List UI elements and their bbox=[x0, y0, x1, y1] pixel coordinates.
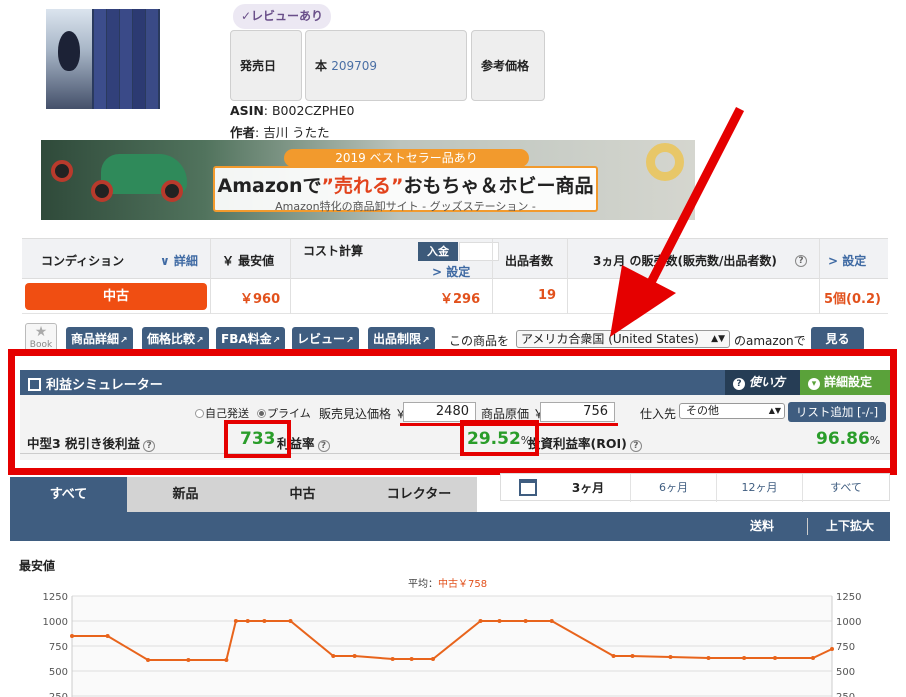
data-point bbox=[409, 657, 414, 661]
data-point bbox=[497, 619, 502, 623]
data-point bbox=[245, 619, 250, 623]
price-chart: 1250 1250 1000 1000 750 750 500 500 250 250 bbox=[43, 592, 861, 697]
y-tick-right: 750 bbox=[836, 642, 855, 653]
sales-help-icon[interactable]: ? bbox=[795, 255, 807, 267]
y-tick-left: 500 bbox=[49, 667, 68, 678]
data-point bbox=[352, 654, 357, 658]
data-point bbox=[668, 655, 673, 659]
y-tick-left: 1000 bbox=[43, 617, 68, 628]
sales-count: 5個(0.2) bbox=[824, 292, 881, 307]
data-point bbox=[773, 656, 777, 660]
data-point bbox=[630, 654, 635, 658]
tab-all[interactable]: すべて bbox=[10, 477, 127, 512]
data-point bbox=[611, 654, 616, 658]
data-point bbox=[288, 619, 293, 623]
product-detail-button[interactable]: 商品詳細 bbox=[66, 327, 133, 351]
banner-ribbon: 2019 ベストセラー品あり bbox=[284, 149, 529, 167]
annotation-box-simulator bbox=[8, 349, 897, 475]
reference-price-box: 参考価格 bbox=[471, 30, 545, 101]
review-badge[interactable]: ✓レビューあり bbox=[233, 4, 332, 29]
data-point bbox=[830, 647, 834, 651]
data-point bbox=[262, 619, 267, 623]
view-button[interactable]: 見る bbox=[811, 327, 864, 351]
col-sellers: 出品者数 bbox=[505, 254, 554, 268]
data-point bbox=[478, 619, 483, 623]
nyukin-label: 入金 bbox=[418, 242, 458, 261]
sales-settings-link[interactable]: > 設定 bbox=[828, 252, 866, 269]
book-rank-link[interactable]: 209709 bbox=[331, 59, 377, 73]
data-point bbox=[70, 634, 74, 638]
data-point bbox=[742, 656, 747, 660]
listing-restriction-button[interactable]: 出品制限 bbox=[368, 327, 435, 351]
data-point bbox=[523, 619, 528, 623]
author-line: 作者: 吉川 うたた bbox=[230, 125, 330, 140]
tab-new[interactable]: 新品 bbox=[127, 477, 244, 512]
y-tick-left: 750 bbox=[49, 642, 68, 653]
annotation-box-profit bbox=[224, 420, 291, 458]
y-tick-right: 500 bbox=[836, 667, 855, 678]
data-point bbox=[233, 619, 238, 623]
cost-value: ￥296 bbox=[440, 292, 481, 307]
y-tick-left: 1250 bbox=[43, 592, 68, 603]
data-point bbox=[146, 658, 150, 662]
period-all[interactable]: すべて bbox=[802, 474, 889, 502]
data-point bbox=[390, 657, 395, 661]
data-point bbox=[224, 658, 229, 662]
data-point bbox=[331, 654, 336, 658]
condition-table: コンディション ∨ 詳細 ￥ 最安値 コスト計算 入金 > 設定 出品者数 3ヵ… bbox=[22, 238, 888, 314]
product-cover-image[interactable] bbox=[46, 9, 160, 109]
cost-settings-link[interactable]: > 設定 bbox=[432, 263, 470, 280]
banner-title: Amazonで”売れる”おもちゃ＆ホビー商品 Amazon特化の商品卸サイト -… bbox=[213, 166, 598, 213]
fba-fee-button[interactable]: FBA料金 bbox=[216, 327, 286, 351]
book-rank-box: 本 209709 bbox=[305, 30, 467, 101]
seller-count: 19 bbox=[538, 288, 557, 303]
data-point bbox=[105, 634, 110, 638]
data-point bbox=[706, 656, 711, 660]
col-lowest: ￥ 最安値 bbox=[222, 254, 275, 268]
chart-title: 最安値 bbox=[19, 559, 56, 573]
price-compare-button[interactable]: 価格比較 bbox=[142, 327, 209, 351]
lowest-price: ￥960 bbox=[240, 292, 281, 307]
condition-used-button[interactable]: 中古 bbox=[25, 283, 207, 310]
col-condition: コンディション bbox=[41, 254, 125, 268]
y-tick-right: 250 bbox=[836, 692, 855, 697]
y-tick-left: 250 bbox=[49, 692, 68, 697]
y-tick-right: 1250 bbox=[836, 592, 861, 603]
nyukin-input[interactable] bbox=[459, 242, 499, 261]
y-tick-right: 1000 bbox=[836, 617, 861, 628]
data-point bbox=[811, 656, 815, 660]
period-selector: 3ヶ月 6ヶ月 12ヶ月 すべて bbox=[500, 473, 890, 502]
chart-toolbar: 送料 上下拡大 bbox=[10, 512, 890, 541]
data-point bbox=[431, 657, 435, 661]
annotation-box-margin bbox=[460, 420, 539, 456]
star-icon: ★ bbox=[34, 324, 48, 340]
condition-tabs: すべて 新品 中古 コレクター bbox=[10, 477, 477, 512]
data-point bbox=[549, 619, 554, 623]
review-button[interactable]: レビュー bbox=[292, 327, 359, 351]
tab-used[interactable]: 中古 bbox=[244, 477, 361, 512]
detail-toggle[interactable]: ∨ 詳細 bbox=[160, 252, 198, 269]
release-date-box: 発売日 bbox=[230, 30, 302, 101]
col-cost: コスト計算 bbox=[303, 244, 364, 258]
shipping-toggle[interactable]: 送料 bbox=[750, 512, 774, 541]
calendar-icon bbox=[519, 479, 537, 496]
country-label: この商品を bbox=[449, 334, 510, 348]
period-3m[interactable]: 3ヶ月 bbox=[546, 474, 630, 502]
annotation-arrow bbox=[610, 106, 745, 337]
tab-collector[interactable]: コレクター bbox=[361, 477, 477, 512]
period-6m[interactable]: 6ヶ月 bbox=[630, 474, 716, 502]
asin-line: ASIN: B002CZPHE0 bbox=[230, 103, 355, 118]
data-point bbox=[186, 658, 191, 662]
zoom-toggle[interactable]: 上下拡大 bbox=[826, 512, 874, 541]
period-12m[interactable]: 12ヶ月 bbox=[716, 474, 802, 502]
